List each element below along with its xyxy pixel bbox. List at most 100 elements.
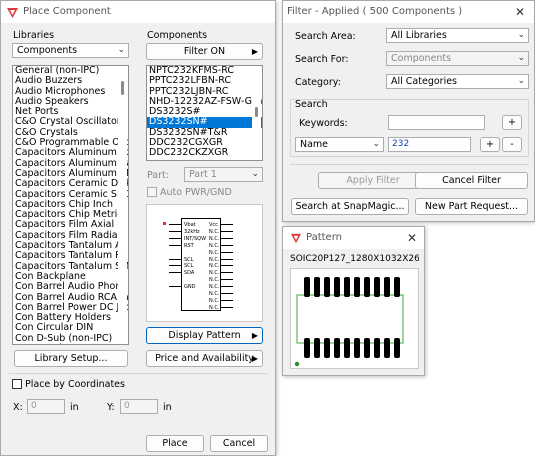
- add-keyword-button[interactable]: +: [502, 115, 522, 130]
- chevron-down-icon: ⌄: [251, 169, 259, 179]
- pattern-name: SOIC20P127_1280X1032X265L8: [290, 254, 419, 264]
- libraries-list[interactable]: General (non-IPC) Audio Buzzers Audio Micr…: [12, 65, 129, 345]
- symbol-pin-line: [169, 224, 181, 225]
- components-list[interactable]: NPTC232KFMS-RC PPTC232LFBN-RC PPTC232LJBN-…: [146, 65, 263, 161]
- symbol-pin-line: [221, 272, 233, 274]
- app-logo-icon: [7, 8, 18, 18]
- symbol-pin-line: [169, 272, 181, 274]
- search-section-label: Search: [295, 99, 328, 110]
- symbol-pin-line: [221, 230, 233, 232]
- footprint-pad-top: [304, 277, 310, 297]
- symbol-pin-line: [221, 244, 233, 246]
- footprint-pad-bottom: [384, 338, 390, 358]
- close-icon[interactable]: ✕: [404, 230, 420, 246]
- symbol-pin-label: SDA: [184, 270, 195, 277]
- part-combo[interactable]: Part 1 ⌄: [184, 167, 263, 182]
- category-combo[interactable]: All Categories ⌄: [386, 74, 529, 89]
- symbol-pin-label: N.C.: [209, 235, 220, 242]
- place-button[interactable]: Place: [146, 435, 204, 452]
- chevron-down-icon: ⌄: [372, 139, 380, 149]
- symbol-pin-label: N.C.: [209, 284, 220, 291]
- separator: [290, 164, 529, 165]
- place-component-title: Place Component: [23, 6, 111, 17]
- separator: [9, 373, 267, 374]
- search-snapmagic-button[interactable]: Search at SnapMagic...: [291, 198, 409, 215]
- display-pattern-button[interactable]: Display Pattern ▶: [146, 327, 263, 344]
- symbol-pin-line: [169, 258, 181, 260]
- symbol-pin-label: 32kHz: [184, 228, 200, 235]
- price-availability-label: Price and Availability: [155, 353, 254, 364]
- symbol-pin-label: N.C.: [209, 228, 220, 235]
- part-label: Part:: [147, 170, 169, 181]
- symbol-pin-line: [169, 244, 181, 246]
- new-part-request-button[interactable]: New Part Request...: [415, 198, 528, 215]
- y-label: Y:: [107, 402, 115, 413]
- close-icon[interactable]: ✕: [512, 4, 528, 20]
- components-scrollbar[interactable]: [252, 67, 261, 159]
- cancel-filter-button[interactable]: Cancel Filter: [415, 172, 528, 189]
- filter-on-button[interactable]: Filter ON ▶: [146, 43, 263, 60]
- components-label: Components: [147, 30, 208, 41]
- library-list-item[interactable]: Con Barrel Audio Phone J: [13, 281, 128, 292]
- symbol-pin-line: [221, 279, 233, 281]
- symbol-pin-label: N.C.: [209, 263, 220, 270]
- library-setup-button[interactable]: Library Setup...: [14, 350, 128, 367]
- pattern-titlebar[interactable]: Pattern ✕: [283, 227, 424, 249]
- pattern-window: Pattern ✕ SOIC20P127_1280X1032X265L8: [282, 226, 425, 376]
- y-input[interactable]: 0: [120, 399, 158, 414]
- symbol-pin-line: [169, 265, 181, 267]
- search-area-label: Search Area:: [295, 31, 356, 42]
- symbol-pin-label: N.C.: [209, 304, 220, 311]
- libraries-scroll-thumb[interactable]: [121, 81, 124, 95]
- place-component-titlebar[interactable]: Place Component: [1, 1, 275, 23]
- search-area-value: All Libraries: [391, 30, 447, 41]
- symbol-pin-label: Vbat: [184, 222, 196, 228]
- search-for-label: Search For:: [295, 54, 349, 65]
- search-for-combo[interactable]: Components ⌄: [386, 51, 529, 66]
- components-scroll-thumb[interactable]: [255, 107, 258, 117]
- symbol-pin-line: [221, 265, 233, 267]
- symbol-pin-label: N.C.: [209, 277, 220, 284]
- libraries-scrollbar[interactable]: [118, 67, 127, 343]
- footprint-pad-top: [384, 277, 390, 297]
- footprint-pad-top: [394, 277, 400, 297]
- symbol-pin-label: N.C.: [209, 249, 220, 256]
- library-list-item[interactable]: Con D-Sub Ser: [15, 343, 84, 344]
- symbol-pin-line: [221, 286, 233, 288]
- remove-condition-button[interactable]: -: [502, 137, 522, 152]
- price-availability-button[interactable]: Price and Availability ▶: [146, 350, 263, 367]
- pattern-preview: [290, 268, 419, 369]
- add-condition-button[interactable]: +: [480, 137, 500, 152]
- apply-filter-button[interactable]: Apply Filter: [318, 172, 428, 189]
- symbol-pin-line: [169, 237, 181, 239]
- keywords-input[interactable]: [388, 115, 485, 130]
- field-combo[interactable]: Name ⌄: [295, 137, 384, 152]
- arrow-right-icon: ▶: [251, 331, 258, 340]
- place-by-coords-checkbox[interactable]: [12, 379, 22, 389]
- symbol-pin-label: INT/SQW: [184, 235, 207, 242]
- name-input[interactable]: 232: [388, 137, 471, 152]
- symbol-pin-line: [221, 224, 233, 225]
- x-input[interactable]: 0: [27, 399, 65, 414]
- libraries-label: Libraries: [13, 30, 55, 41]
- footprint-pad-bottom: [314, 338, 320, 358]
- x-unit: in: [70, 402, 79, 413]
- filter-window: Filter - Applied ( 500 Components ) ✕ Se…: [282, 0, 535, 222]
- libraries-combo-value: Components: [17, 45, 78, 56]
- symbol-pin-label: SCL: [184, 263, 194, 270]
- footprint-pad-bottom: [344, 338, 350, 358]
- footprint-drawing: [294, 277, 404, 367]
- libraries-combo[interactable]: Components ⌄: [12, 43, 129, 58]
- search-area-combo[interactable]: All Libraries ⌄: [386, 28, 529, 43]
- component-list-item[interactable]: DDC232CKZXGR: [147, 148, 262, 159]
- filter-titlebar[interactable]: Filter - Applied ( 500 Components ) ✕: [283, 1, 534, 23]
- footprint-pad-bottom: [334, 338, 340, 358]
- category-label: Category:: [295, 77, 341, 88]
- footprint-pad-bottom: [354, 338, 360, 358]
- cancel-button[interactable]: Cancel: [210, 435, 268, 452]
- symbol-pin-label: RST: [184, 242, 194, 249]
- footprint-pad-bottom: [374, 338, 380, 358]
- auto-pwr-checkbox[interactable]: [147, 187, 157, 197]
- symbol-pin-label: N.C.: [209, 270, 220, 277]
- footprint-pad-top: [314, 277, 320, 297]
